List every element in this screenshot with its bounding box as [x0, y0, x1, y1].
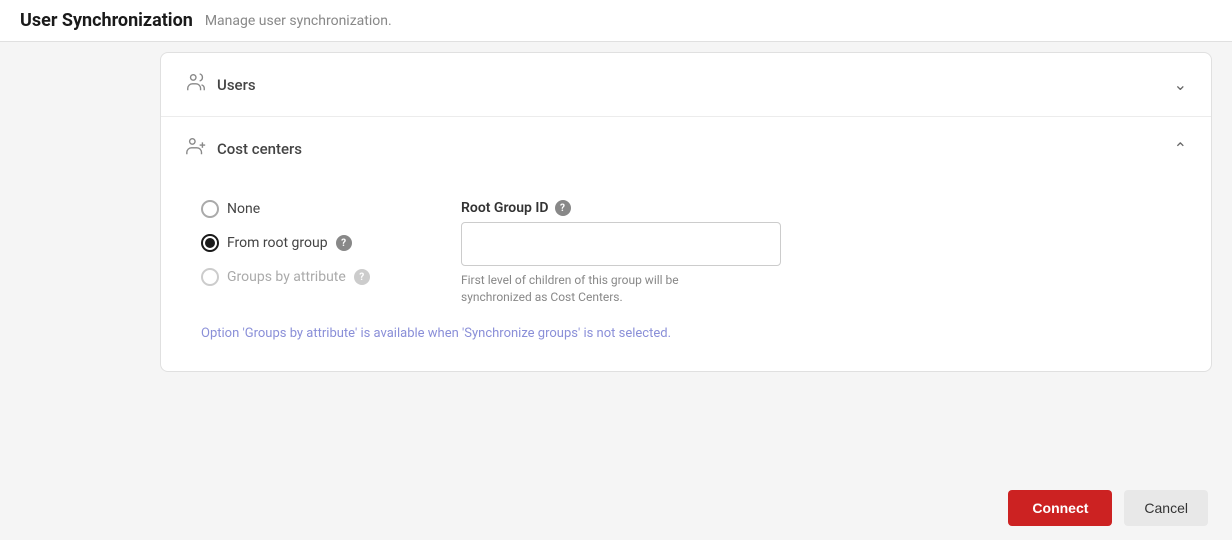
- root-group-id-label: Root Group ID ?: [461, 200, 781, 216]
- root-group-id-hint: First level of children of this group wi…: [461, 272, 741, 306]
- option-groups-by-attribute-label: Groups by attribute: [227, 269, 346, 285]
- option-groups-by-attribute: Groups by attribute ?: [201, 268, 401, 286]
- option-none[interactable]: None: [201, 200, 401, 218]
- radio-from-root-group-circle[interactable]: [201, 234, 219, 252]
- cancel-button[interactable]: Cancel: [1124, 490, 1208, 526]
- root-group-id-help-icon[interactable]: ?: [555, 200, 571, 216]
- page-title: User Synchronization: [20, 10, 193, 31]
- option-from-root-group[interactable]: From root group ?: [201, 234, 401, 252]
- users-icon: [185, 71, 207, 98]
- page-subtitle: Manage user synchronization.: [205, 13, 392, 29]
- users-section: Users ⌄: [161, 53, 1211, 117]
- users-section-label: Users: [217, 76, 256, 94]
- page-header: User Synchronization Manage user synchro…: [0, 0, 1232, 42]
- radio-groups-by-attribute-circle: [201, 268, 219, 286]
- connect-button[interactable]: Connect: [1008, 490, 1112, 526]
- footer: Connect Cancel: [0, 476, 1232, 540]
- cost-centers-chevron-up-icon: ⌃: [1174, 139, 1187, 158]
- main-content: Users ⌄ Cost centers: [0, 42, 1232, 476]
- cost-centers-section: Cost centers ⌃ None: [161, 117, 1211, 371]
- cost-centers-body: None From root group ? Groups by attribu…: [161, 180, 1211, 371]
- options-area: None From root group ? Groups by attribu…: [201, 200, 1171, 306]
- cost-centers-section-label: Cost centers: [217, 140, 302, 158]
- cost-centers-section-left: Cost centers: [185, 135, 302, 162]
- users-section-header[interactable]: Users ⌄: [161, 53, 1211, 116]
- sync-card: Users ⌄ Cost centers: [160, 52, 1212, 372]
- radio-options: None From root group ? Groups by attribu…: [201, 200, 401, 286]
- from-root-group-help-icon[interactable]: ?: [336, 235, 352, 251]
- groups-by-attribute-help-icon: ?: [354, 269, 370, 285]
- cost-centers-icon: [185, 135, 207, 162]
- radio-none-circle[interactable]: [201, 200, 219, 218]
- option-from-root-group-label: From root group: [227, 235, 328, 251]
- attribute-notice: Option 'Groups by attribute' is availabl…: [201, 326, 1171, 341]
- cost-centers-section-header[interactable]: Cost centers ⌃: [161, 117, 1211, 180]
- root-group-id-input[interactable]: [461, 222, 781, 266]
- option-none-label: None: [227, 201, 260, 217]
- users-chevron-down-icon: ⌄: [1174, 75, 1187, 94]
- root-group-area: Root Group ID ? First level of children …: [461, 200, 781, 306]
- users-section-left: Users: [185, 71, 256, 98]
